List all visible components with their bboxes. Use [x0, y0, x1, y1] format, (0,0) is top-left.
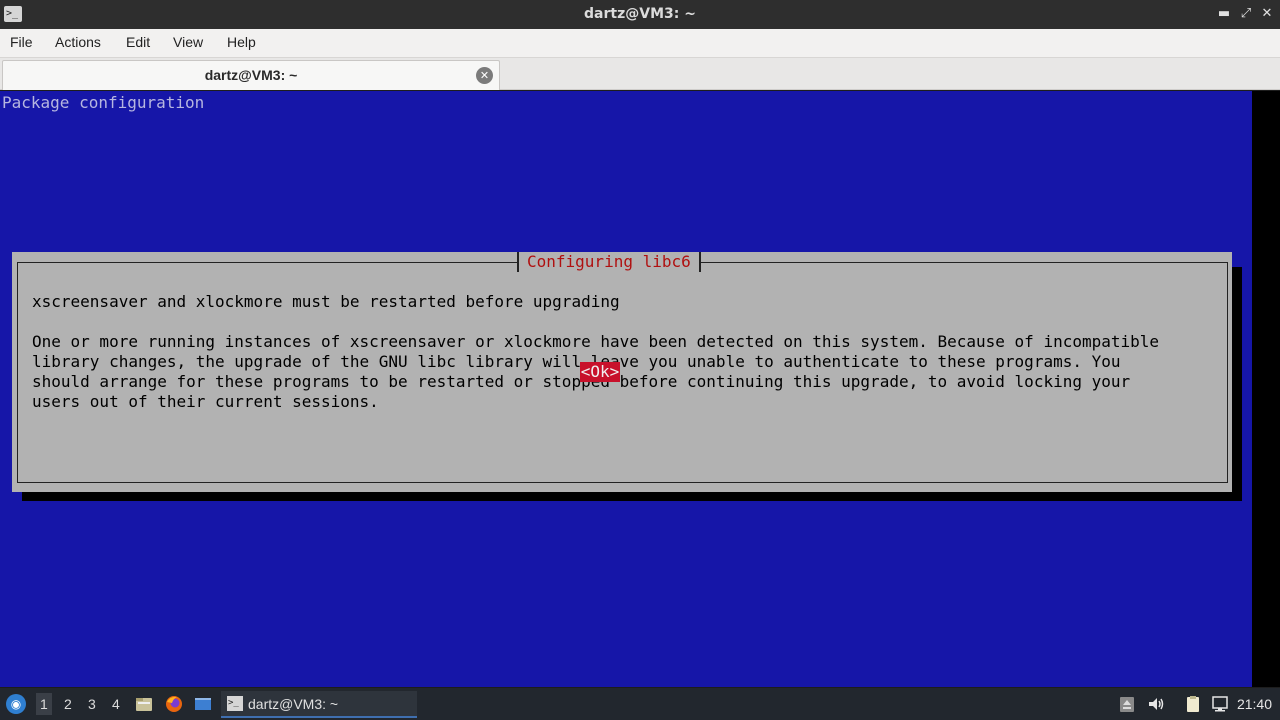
close-button[interactable]: ✕: [1259, 5, 1275, 23]
taskbar-terminal-task[interactable]: >_ dartz@VM3: ~: [221, 691, 417, 718]
dialog-body-line: library changes, the upgrade of the GNU …: [32, 352, 1121, 371]
menubar: File Actions Edit View Help: [0, 29, 1280, 58]
show-desktop-icon[interactable]: [193, 694, 213, 714]
menu-help[interactable]: Help: [227, 34, 256, 50]
terminal-view[interactable]: Package configuration Configuring libc6 …: [0, 91, 1252, 687]
package-configuration-heading: Package configuration: [2, 93, 205, 112]
network-icon[interactable]: [1210, 694, 1230, 714]
configuring-dialog: Configuring libc6 xscreensaver and xlock…: [12, 252, 1232, 492]
terminal-scrollbar[interactable]: [1252, 91, 1280, 687]
menu-edit[interactable]: Edit: [126, 34, 150, 50]
workspace-2[interactable]: 2: [64, 696, 72, 712]
taskbar: ◉ 1 2 3 4 >_ dartz@VM3: ~ 21:40: [0, 688, 1280, 720]
menu-actions[interactable]: Actions: [55, 34, 101, 50]
minimize-button[interactable]: ▬: [1216, 5, 1232, 23]
ok-button[interactable]: <Ok>: [580, 362, 620, 382]
workspace-1[interactable]: 1: [36, 693, 52, 715]
removable-drive-icon[interactable]: [1117, 694, 1137, 714]
workspace-4[interactable]: 4: [112, 696, 120, 712]
clipboard-icon[interactable]: [1183, 694, 1203, 714]
tab-label: dartz@VM3: ~: [204, 67, 298, 83]
dialog-body-line: One or more running instances of xscreen…: [32, 332, 1160, 351]
volume-icon[interactable]: [1146, 694, 1166, 714]
menu-file[interactable]: File: [10, 34, 33, 50]
file-manager-icon[interactable]: [134, 694, 154, 714]
tab-bar: dartz@VM3: ~ ✕: [0, 58, 1280, 90]
dialog-title: Configuring libc6: [517, 252, 701, 272]
tab-close-icon[interactable]: ✕: [476, 67, 493, 84]
dialog-body-line: users out of their current sessions.: [32, 392, 379, 411]
maximize-button[interactable]: ⤢: [1238, 5, 1254, 23]
terminal-icon: >_: [227, 696, 243, 711]
terminal-tab[interactable]: dartz@VM3: ~ ✕: [2, 60, 500, 90]
window-titlebar: >_ dartz@VM3: ~ ▬ ⤢ ✕: [0, 0, 1280, 29]
menu-view[interactable]: View: [173, 34, 203, 50]
window-title: dartz@VM3: ~: [584, 6, 696, 22]
firefox-icon[interactable]: [164, 694, 184, 714]
task-label: dartz@VM3: ~: [248, 696, 339, 712]
clock[interactable]: 21:40: [1237, 696, 1272, 712]
dialog-headline: xscreensaver and xlockmore must be resta…: [32, 292, 620, 311]
workspace-3[interactable]: 3: [88, 696, 96, 712]
start-menu-icon[interactable]: ◉: [6, 694, 26, 714]
